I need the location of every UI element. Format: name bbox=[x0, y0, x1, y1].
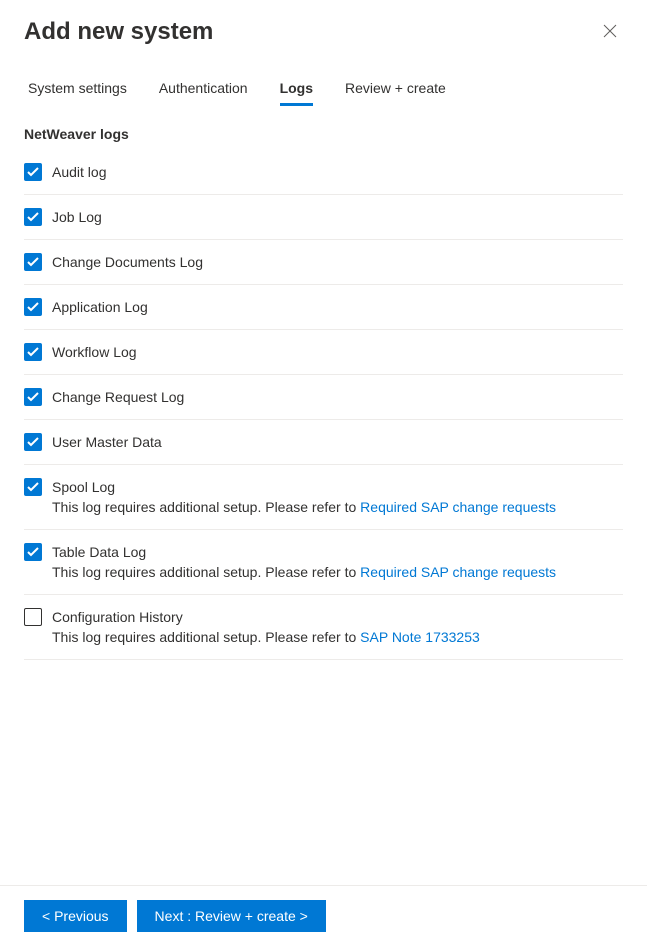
log-item: Job Log bbox=[24, 195, 623, 240]
content-area: NetWeaver logs Audit log Job Log Change Do… bbox=[0, 106, 647, 885]
log-link[interactable]: Required SAP change requests bbox=[360, 564, 556, 580]
log-label: Job Log bbox=[52, 207, 623, 227]
log-item: Configuration History This log requires a… bbox=[24, 595, 623, 660]
log-checkbox[interactable] bbox=[24, 208, 42, 226]
log-link[interactable]: Required SAP change requests bbox=[360, 499, 556, 515]
log-label: Spool Log bbox=[52, 477, 623, 497]
log-checkbox[interactable] bbox=[24, 608, 42, 626]
tab-review-create[interactable]: Review + create bbox=[341, 74, 450, 106]
tab-authentication[interactable]: Authentication bbox=[155, 74, 252, 106]
next-button[interactable]: Next : Review + create > bbox=[137, 900, 326, 932]
log-label: User Master Data bbox=[52, 432, 623, 452]
page-title: Add new system bbox=[24, 18, 213, 46]
log-text: Job Log bbox=[52, 207, 623, 227]
close-icon bbox=[603, 24, 617, 38]
log-text: Audit log bbox=[52, 162, 623, 182]
log-item: Change Request Log bbox=[24, 375, 623, 420]
log-text: Application Log bbox=[52, 297, 623, 317]
log-label: Audit log bbox=[52, 162, 623, 182]
tab-system-settings[interactable]: System settings bbox=[24, 74, 131, 106]
log-item: Audit log bbox=[24, 158, 623, 195]
log-text: User Master Data bbox=[52, 432, 623, 452]
log-link[interactable]: SAP Note 1733253 bbox=[360, 629, 480, 645]
log-label: Workflow Log bbox=[52, 342, 623, 362]
section-heading: NetWeaver logs bbox=[24, 126, 623, 142]
log-text: Workflow Log bbox=[52, 342, 623, 362]
tab-bar: System settings Authentication Logs Review … bbox=[0, 48, 647, 106]
log-item: Change Documents Log bbox=[24, 240, 623, 285]
log-label: Application Log bbox=[52, 297, 623, 317]
log-desc-text: This log requires additional setup. Plea… bbox=[52, 499, 360, 515]
log-checkbox[interactable] bbox=[24, 343, 42, 361]
log-text: Change Request Log bbox=[52, 387, 623, 407]
log-desc-text: This log requires additional setup. Plea… bbox=[52, 564, 360, 580]
log-desc-text: This log requires additional setup. Plea… bbox=[52, 629, 360, 645]
log-item: Table Data Log This log requires addition… bbox=[24, 530, 623, 595]
log-checkbox[interactable] bbox=[24, 478, 42, 496]
log-item: Workflow Log bbox=[24, 330, 623, 375]
log-checkbox[interactable] bbox=[24, 253, 42, 271]
log-text: Configuration History This log requires a… bbox=[52, 607, 623, 647]
log-checkbox[interactable] bbox=[24, 433, 42, 451]
log-checkbox[interactable] bbox=[24, 298, 42, 316]
log-description: This log requires additional setup. Plea… bbox=[52, 562, 623, 582]
log-label: Change Request Log bbox=[52, 387, 623, 407]
previous-button[interactable]: < Previous bbox=[24, 900, 127, 932]
log-checkbox[interactable] bbox=[24, 388, 42, 406]
log-description: This log requires additional setup. Plea… bbox=[52, 627, 623, 647]
footer: < Previous Next : Review + create > bbox=[0, 885, 647, 946]
log-label: Table Data Log bbox=[52, 542, 623, 562]
log-text: Table Data Log This log requires addition… bbox=[52, 542, 623, 582]
log-label: Configuration History bbox=[52, 607, 623, 627]
tab-logs[interactable]: Logs bbox=[276, 74, 317, 106]
log-item: Application Log bbox=[24, 285, 623, 330]
log-item: User Master Data bbox=[24, 420, 623, 465]
log-text: Spool Log This log requires additional se… bbox=[52, 477, 623, 517]
log-item: Spool Log This log requires additional se… bbox=[24, 465, 623, 530]
close-button[interactable] bbox=[597, 18, 623, 48]
log-checkbox[interactable] bbox=[24, 543, 42, 561]
log-description: This log requires additional setup. Plea… bbox=[52, 497, 623, 517]
log-text: Change Documents Log bbox=[52, 252, 623, 272]
log-checkbox[interactable] bbox=[24, 163, 42, 181]
log-label: Change Documents Log bbox=[52, 252, 623, 272]
